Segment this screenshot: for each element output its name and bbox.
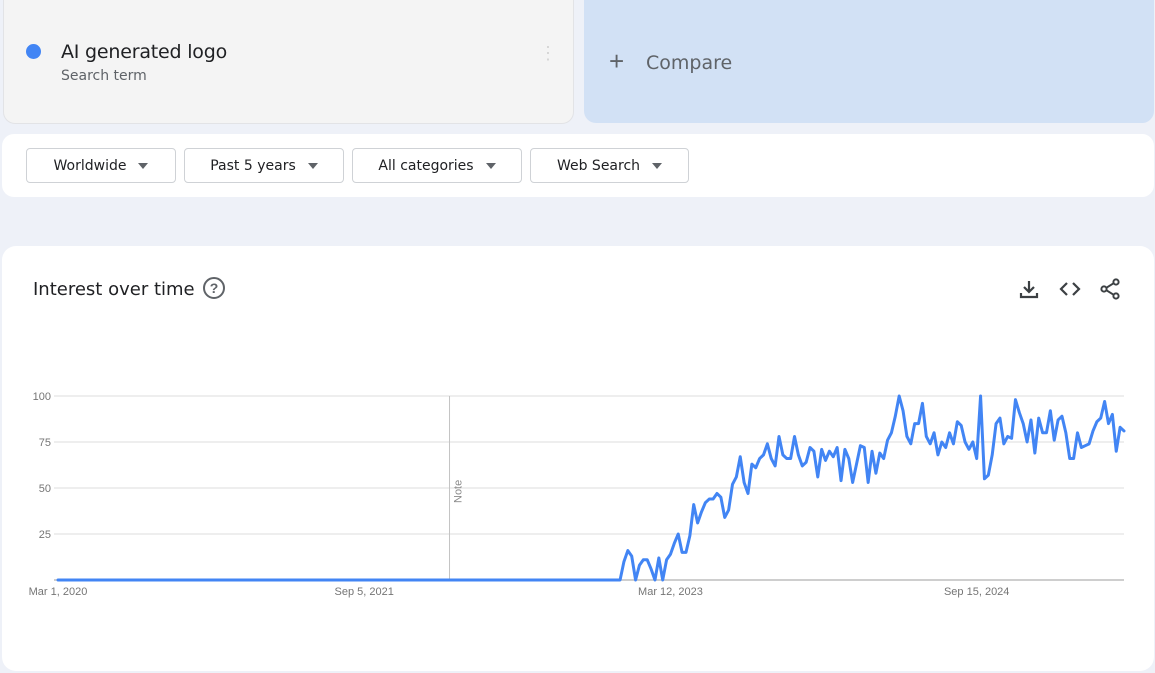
dropdown-arrow-icon [307,162,318,169]
x-tick-label: Sep 15, 2024 [944,586,1009,598]
geo-filter-label: Worldwide [53,157,127,174]
search-term-card[interactable]: AI generated logo Search term ⋮ [3,0,574,124]
geo-filter-dropdown[interactable]: Worldwide [26,148,176,183]
category-filter-label: All categories [378,157,474,174]
note-label: Note [453,480,465,503]
search-term-name[interactable]: AI generated logo [61,41,227,63]
x-tick-label: Mar 1, 2020 [29,586,88,598]
search-term-subtitle: Search term [61,68,147,84]
x-tick-label: Sep 5, 2021 [335,586,394,598]
compare-button[interactable]: + Compare [584,0,1154,123]
x-tick-label: Mar 12, 2023 [638,586,703,598]
y-tick-label: 50 [39,483,51,495]
plus-icon: + [609,46,625,76]
interest-over-time-card: Interest over time ? 25 50 75 100 Note Mar 1,… [2,246,1154,671]
interest-over-time-chart: 25 50 75 100 Note Mar 1, 2020 Sep 5, 2021 Mar 1… [29,391,1126,598]
filter-bar: Worldwide Past 5 years All categories We… [2,134,1154,197]
dropdown-arrow-icon [138,162,149,169]
time-filter-dropdown[interactable]: Past 5 years [184,148,344,183]
search-type-filter-dropdown[interactable]: Web Search [530,148,689,183]
compare-label: Compare [646,52,733,74]
category-filter-dropdown[interactable]: All categories [352,148,522,183]
dropdown-arrow-icon [652,162,663,169]
more-vert-icon[interactable]: ⋮ [539,44,557,73]
term-color-dot [26,44,41,59]
y-tick-label: 100 [33,391,51,403]
dropdown-arrow-icon [485,162,496,169]
search-type-filter-label: Web Search [556,157,641,174]
y-tick-label: 75 [39,437,51,449]
time-filter-label: Past 5 years [210,157,296,174]
y-tick-label: 25 [39,529,51,541]
